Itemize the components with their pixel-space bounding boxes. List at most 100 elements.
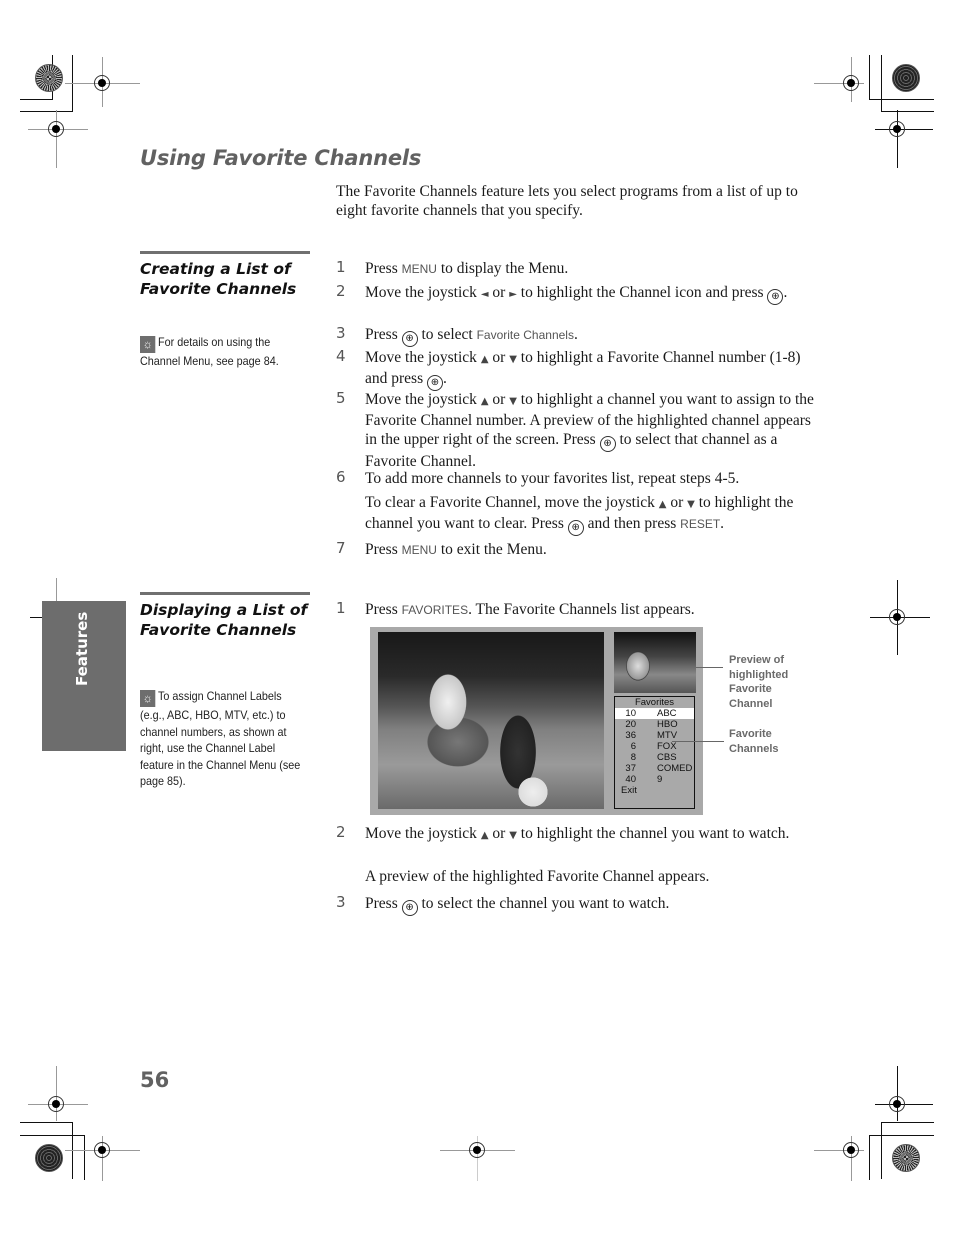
step-text-run: Press <box>365 895 402 912</box>
tip-text: To assign Channel Labels (e.g., ABC, HBO… <box>140 689 301 788</box>
lightbulb-tip-icon: ☼ <box>140 336 156 353</box>
joystick-enter-icon: ⊕ <box>767 289 784 305</box>
tip-creating: ☼ For details on using the Channel Menu, … <box>140 334 302 370</box>
channel-number: 37 <box>625 763 636 774</box>
step-number: 2 <box>336 823 346 841</box>
step-item: 5 Move the joystick ▲ or ▼ to highlight a… <box>336 389 816 471</box>
step-item: 4 Move the joystick ▲ or ▼ to highlight a… <box>336 347 816 391</box>
channel-label: MTV <box>657 730 678 741</box>
step-text-run: Move the joystick <box>365 284 481 301</box>
step-text-run: or <box>488 284 510 301</box>
step-text-run: Move the joystick <box>365 825 481 842</box>
step-text-run: . <box>443 370 447 387</box>
lightbulb-tip-icon: ☼ <box>140 690 156 707</box>
step-text: Move the joystick ▲ or ▼ to highlight a … <box>365 390 816 471</box>
step-text-run: to display the Menu. <box>436 260 569 277</box>
channel-label: ABC <box>657 708 677 719</box>
channel-number: 10 <box>625 708 636 719</box>
step-text-run: to highlight the Channel icon and press <box>516 284 768 301</box>
step-item: 2 Move the joystick ▲ or ▼ to highlight t… <box>336 823 816 845</box>
channel-label: HBO <box>657 719 678 730</box>
section-rule <box>140 592 310 595</box>
step-item: A preview of the highlighted Favorite Ch… <box>336 867 816 886</box>
step-text-run: or <box>488 825 510 842</box>
step-number: 5 <box>336 389 346 407</box>
channel-number: 36 <box>625 730 636 741</box>
joystick-arrow-icon: ▲ <box>480 830 489 841</box>
step-number: 1 <box>336 258 346 276</box>
callout-line <box>672 741 724 742</box>
step-text-run: or <box>488 349 510 366</box>
favorite-channel-row[interactable]: 6 FOX <box>615 741 694 752</box>
channel-label: 9 <box>657 774 663 785</box>
step-text-run: Move the joystick <box>365 391 481 408</box>
favorite-channel-row[interactable]: 37 COMED <box>615 763 694 774</box>
step-item: 3 Press ⊕ to select the channel you want … <box>336 893 816 916</box>
step-number: 2 <box>336 282 346 300</box>
callout-line <box>696 667 723 668</box>
step-text-run: to select the channel you want to watch. <box>417 895 670 912</box>
step-text-run: Press <box>365 260 402 277</box>
step-text-run: Press <box>365 326 402 343</box>
step-number: 6 <box>336 468 346 486</box>
step-text-run: A preview of the highlighted Favorite Ch… <box>365 868 710 885</box>
step-text: Press MENU to display the Menu. <box>365 259 816 279</box>
button-name: RESET <box>680 517 721 531</box>
step-number: 3 <box>336 324 346 342</box>
favorite-channel-row[interactable]: 20 HBO <box>615 719 694 730</box>
step-text: Move the joystick ▲ or ▼ to highlight th… <box>365 824 816 845</box>
step-text-run: or <box>488 391 510 408</box>
joystick-enter-icon: ⊕ <box>427 375 443 391</box>
step-item: To clear a Favorite Channel, move the jo… <box>336 493 816 536</box>
joystick-arrow-icon: ▲ <box>480 354 489 365</box>
section-heading-creating: Creating a List of Favorite Channels <box>140 260 297 298</box>
button-name: Favorite Channels <box>476 328 574 342</box>
joystick-arrow-icon: ▼ <box>509 830 517 841</box>
favorite-channel-row[interactable]: 40 9 <box>615 774 694 785</box>
step-item: 1 Press MENU to display the Menu. <box>336 258 816 279</box>
button-name: FAVORITES <box>401 603 469 617</box>
step-text-run: To add more channels to your favorites l… <box>365 470 740 487</box>
step-item: 2 Move the joystick ◄ or ► to highlight t… <box>336 282 816 305</box>
tv-screen-illustration: Favorites 10 ABC 20 HBO 36 MTV 6 FOX 8 CBS 37 COMED… <box>370 627 703 815</box>
intro-paragraph: The Favorite Channels feature lets you s… <box>336 183 798 219</box>
step-item: 7 Press MENU to exit the Menu. <box>336 539 816 560</box>
step-number: 3 <box>336 893 346 911</box>
step-text-run: to highlight the channel you want to wat… <box>516 825 790 842</box>
channel-label: FOX <box>657 741 677 752</box>
step-text: Move the joystick ▲ or ▼ to highlight a … <box>365 348 816 391</box>
favorite-channel-row[interactable]: 8 CBS <box>615 752 694 763</box>
step-text: Move the joystick ◄ or ► to highlight th… <box>365 283 816 305</box>
channel-number: 8 <box>630 752 636 763</box>
favorites-title: Favorites <box>634 697 675 708</box>
joystick-enter-icon: ⊕ <box>599 436 616 452</box>
step-text-run: Move the joystick <box>365 349 481 366</box>
favorite-channel-row[interactable]: 10 ABC <box>615 708 694 719</box>
channel-preview-image <box>614 632 696 693</box>
favorites-exit: Exit <box>621 785 637 796</box>
favorite-channel-row[interactable]: 36 MTV <box>615 730 694 741</box>
joystick-arrow-icon: ▼ <box>509 396 517 407</box>
step-text-run: To clear a Favorite Channel, move the jo… <box>365 494 659 511</box>
callout-preview: Preview of highlighted Favorite Channel <box>729 654 789 710</box>
step-text-run: and then press <box>583 515 681 532</box>
joystick-arrow-icon: ▲ <box>480 396 489 407</box>
joystick-arrow-icon: ▼ <box>509 354 517 365</box>
joystick-arrow-icon: ► <box>509 289 517 300</box>
step-text-run: . The Favorite Channels list appears. <box>468 601 695 618</box>
step-text: Press ⊕ to select the channel you want t… <box>365 894 816 916</box>
button-name: MENU <box>401 543 437 557</box>
step-item: 6 To add more channels to your favorites … <box>336 468 816 488</box>
registration-rosette-icon <box>35 1144 63 1172</box>
step-number: 1 <box>336 599 346 617</box>
callout-favorites: Favorite Channels <box>729 728 779 755</box>
joystick-arrow-icon: ◄ <box>480 289 489 300</box>
page-number: 56 <box>140 1068 170 1092</box>
favorites-list: Favorites 10 ABC 20 HBO 36 MTV 6 FOX 8 CBS 37 COMED… <box>614 696 695 809</box>
step-text: Press MENU to exit the Menu. <box>365 540 816 560</box>
step-text-run: . <box>783 284 788 301</box>
channel-number: 40 <box>625 774 636 785</box>
joystick-arrow-icon: ▼ <box>687 499 695 510</box>
step-text-run: . <box>720 515 725 532</box>
step-text: To add more channels to your favorites l… <box>365 469 816 488</box>
